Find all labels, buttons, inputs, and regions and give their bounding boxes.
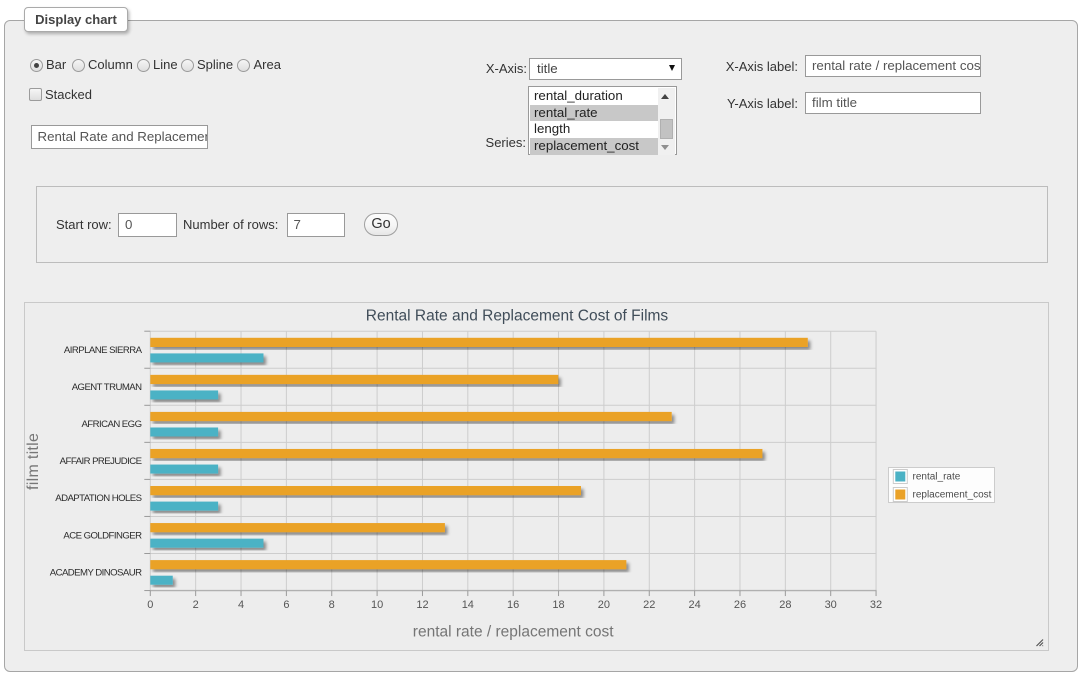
svg-text:32: 32 <box>870 599 882 611</box>
svg-text:0: 0 <box>147 599 153 611</box>
svg-text:30: 30 <box>825 599 837 611</box>
svg-text:24: 24 <box>688 599 700 611</box>
svg-text:ACADEMY DINOSAUR: ACADEMY DINOSAUR <box>50 567 142 578</box>
svg-text:20: 20 <box>598 599 610 611</box>
svg-text:AFRICAN EGG: AFRICAN EGG <box>81 419 141 430</box>
svg-text:ACE GOLDFINGER: ACE GOLDFINGER <box>63 530 142 541</box>
svg-text:8: 8 <box>329 599 335 611</box>
svg-text:6: 6 <box>283 599 289 611</box>
svg-text:26: 26 <box>734 599 746 611</box>
svg-text:AGENT TRUMAN: AGENT TRUMAN <box>72 382 142 393</box>
svg-text:14: 14 <box>462 599 474 611</box>
svg-text:18: 18 <box>552 599 564 611</box>
svg-text:12: 12 <box>416 599 428 611</box>
svg-text:rental rate / replacement cost: rental rate / replacement cost <box>413 623 614 640</box>
svg-text:replacement_cost: replacement_cost <box>913 490 992 501</box>
svg-text:AFFAIR PREJUDICE: AFFAIR PREJUDICE <box>60 456 142 467</box>
svg-text:16: 16 <box>507 599 519 611</box>
svg-text:22: 22 <box>643 599 655 611</box>
svg-text:ADAPTATION HOLES: ADAPTATION HOLES <box>55 493 141 504</box>
svg-text:2: 2 <box>193 599 199 611</box>
svg-text:4: 4 <box>238 599 244 611</box>
svg-text:AIRPLANE SIERRA: AIRPLANE SIERRA <box>64 345 143 356</box>
svg-text:rental_rate: rental_rate <box>913 472 961 483</box>
svg-text:28: 28 <box>779 599 791 611</box>
svg-text:10: 10 <box>371 599 383 611</box>
svg-text:Rental Rate and Replacement Co: Rental Rate and Replacement Cost of Film… <box>366 308 669 325</box>
svg-text:film title: film title <box>25 433 42 490</box>
